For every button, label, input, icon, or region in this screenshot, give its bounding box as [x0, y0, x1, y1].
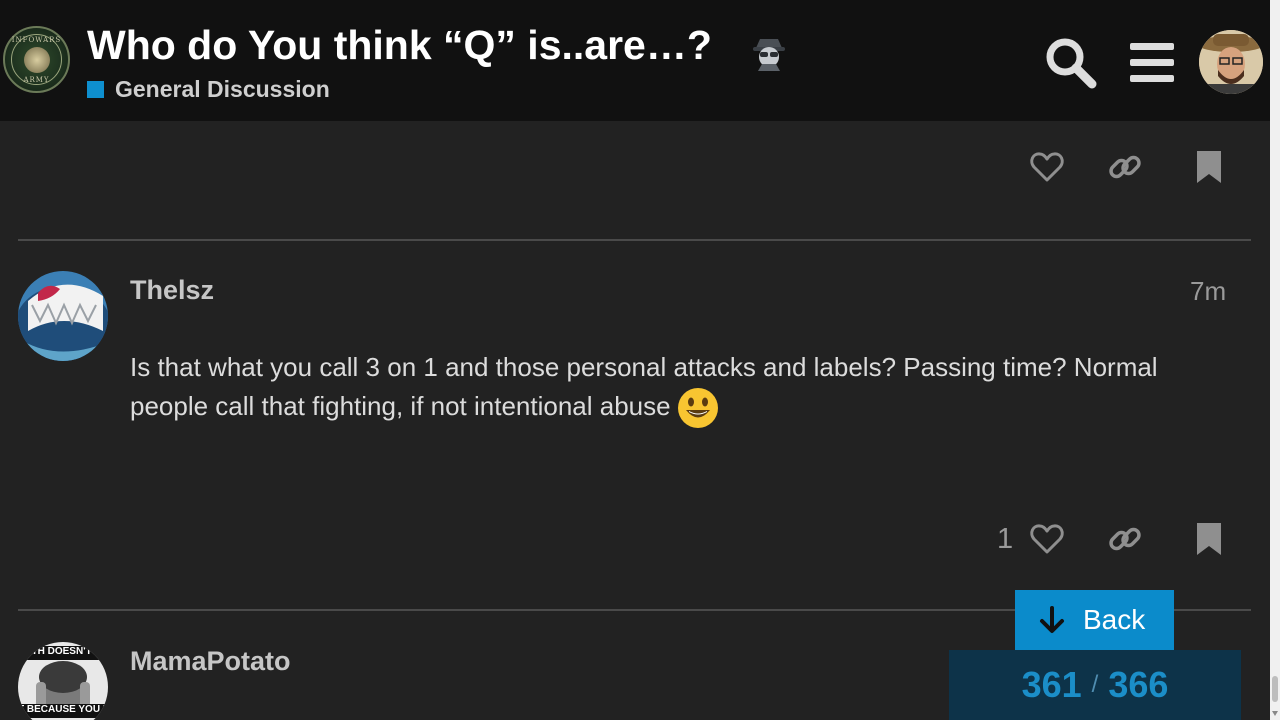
venom-avatar-icon — [18, 271, 108, 361]
post-username[interactable]: Thelsz — [130, 275, 214, 306]
arrow-down-icon — [1040, 606, 1064, 633]
avatar[interactable] — [18, 271, 108, 361]
site-header: INFOWARS ARMY Who do You think “Q” is..a… — [0, 0, 1270, 121]
back-button-label: Back — [1083, 604, 1146, 635]
topic-progress[interactable]: 361 / 366 — [949, 650, 1241, 720]
copy-link-icon[interactable] — [1107, 521, 1143, 557]
scrollbar[interactable] — [1270, 0, 1280, 720]
post-text: Is that what you call 3 on 1 and those p… — [130, 352, 1158, 421]
post-divider — [18, 239, 1251, 241]
scrollbar-thumb[interactable] — [1272, 676, 1278, 702]
avatar[interactable]: UTH DOESN'T C T BECAUSE YOU DO — [18, 642, 108, 720]
post-timestamp[interactable]: 7m — [1190, 276, 1226, 307]
user-avatar[interactable] — [1199, 30, 1263, 94]
back-button[interactable]: Back — [1015, 590, 1174, 650]
category-color-badge — [87, 80, 104, 98]
bookmark-icon[interactable] — [1191, 521, 1227, 557]
topic-title[interactable]: Who do You think “Q” is..are…? — [87, 22, 712, 69]
site-logo[interactable]: INFOWARS ARMY — [3, 26, 70, 93]
post-username[interactable]: MamaPotato — [130, 646, 291, 677]
logo-text-top: INFOWARS — [11, 36, 62, 44]
scroll-down-arrow-icon[interactable] — [1272, 711, 1278, 716]
like-heart-icon[interactable] — [1029, 149, 1065, 185]
copy-link-icon[interactable] — [1107, 149, 1143, 185]
spy-emoji-icon — [753, 39, 785, 71]
smiley-icon — [677, 388, 718, 429]
progress-separator: / — [1091, 671, 1099, 698]
avatar-caption-bottom: T BECAUSE YOU DO — [18, 704, 108, 715]
progress-current: 361 — [1021, 664, 1082, 705]
avatar-caption-top: UTH DOESN'T C — [24, 646, 102, 657]
hamburger-menu-icon[interactable] — [1126, 38, 1178, 86]
progress-total: 366 — [1108, 664, 1169, 705]
post-body: Is that what you call 3 on 1 and those p… — [130, 348, 1190, 429]
like-heart-icon[interactable] — [1029, 521, 1065, 557]
user-photo-icon — [1199, 30, 1263, 94]
like-count[interactable]: 1 — [997, 523, 1013, 556]
category-name: General Discussion — [115, 75, 330, 102]
search-icon[interactable] — [1043, 35, 1099, 91]
category-link[interactable]: General Discussion — [87, 75, 330, 103]
bookmark-icon[interactable] — [1191, 149, 1227, 185]
logo-text-bottom: ARMY — [23, 76, 50, 84]
